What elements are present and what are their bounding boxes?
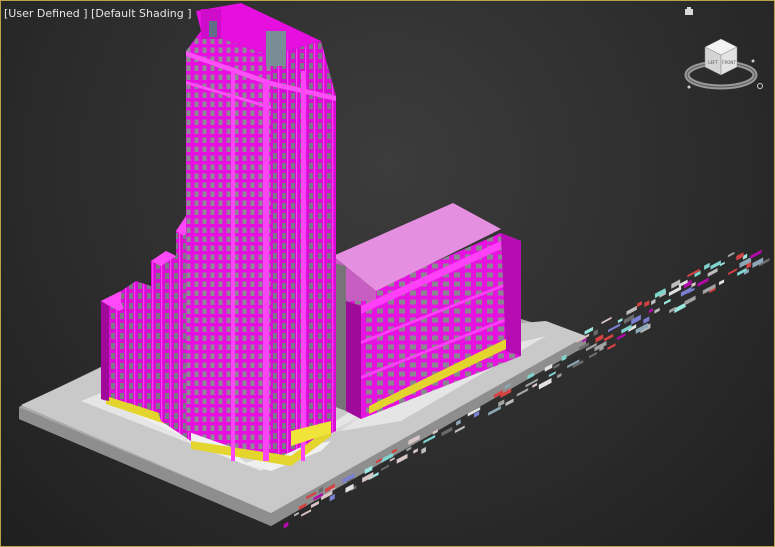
scene-object[interactable] <box>595 334 604 343</box>
scene-object[interactable] <box>532 382 538 388</box>
viewport[interactable]: [User Defined ] [Default Shading ] LEFT … <box>0 0 775 547</box>
scene-object[interactable] <box>750 249 762 259</box>
scene-object[interactable] <box>604 333 614 342</box>
scene-object[interactable] <box>607 343 616 351</box>
scene-object[interactable] <box>680 286 692 297</box>
scene-object[interactable] <box>345 483 354 493</box>
scene-object[interactable] <box>441 426 453 437</box>
scene-object[interactable] <box>589 351 597 359</box>
scene-object[interactable] <box>516 387 529 397</box>
scene-object[interactable] <box>643 316 650 324</box>
scene-object[interactable] <box>301 509 312 517</box>
scene-object[interactable] <box>648 308 653 314</box>
scene-object[interactable] <box>498 399 505 407</box>
scene-object[interactable] <box>421 446 426 455</box>
scene-3d[interactable] <box>1 1 775 547</box>
scene-object[interactable] <box>710 260 721 270</box>
scene-object[interactable] <box>456 419 461 426</box>
scene-object[interactable] <box>719 279 725 286</box>
scene-object[interactable] <box>608 323 621 333</box>
scene-object[interactable] <box>525 378 539 388</box>
scene-object[interactable] <box>283 521 289 529</box>
scene-object[interactable] <box>593 329 598 337</box>
scene-object[interactable] <box>736 252 744 261</box>
scene-object[interactable] <box>727 251 735 258</box>
scene-object[interactable] <box>584 326 594 335</box>
scene-object[interactable] <box>294 511 299 517</box>
scene-object[interactable] <box>728 268 737 276</box>
scene-object[interactable] <box>742 253 748 260</box>
scene-object[interactable] <box>654 307 660 314</box>
scene-object[interactable] <box>362 472 374 483</box>
scene-object[interactable] <box>707 267 718 277</box>
scene-object[interactable] <box>704 262 710 270</box>
main-tower[interactable] <box>186 3 336 466</box>
scene-object[interactable] <box>601 316 612 325</box>
scene-object[interactable] <box>617 317 623 324</box>
scene-object[interactable] <box>626 305 637 316</box>
scene-object[interactable] <box>637 301 642 308</box>
scene-object[interactable] <box>691 281 696 288</box>
scene-object[interactable] <box>413 448 418 454</box>
scene-object[interactable] <box>505 398 514 407</box>
scene-object[interactable] <box>684 295 696 306</box>
scene-object[interactable] <box>538 377 552 390</box>
scene-object[interactable] <box>674 302 686 314</box>
scene-object[interactable] <box>396 453 408 464</box>
scene-object[interactable] <box>621 324 632 334</box>
scene-object[interactable] <box>454 425 465 434</box>
scene-object[interactable] <box>651 298 656 306</box>
scene-object[interactable] <box>697 277 709 287</box>
scene-object[interactable] <box>617 333 626 341</box>
scene-object[interactable] <box>644 300 650 308</box>
scene-object[interactable] <box>548 371 556 378</box>
scene-object[interactable] <box>488 405 501 416</box>
scene-object[interactable] <box>557 373 562 379</box>
scene-object[interactable] <box>752 257 764 268</box>
scene-object[interactable] <box>381 464 389 472</box>
scene-object[interactable] <box>668 286 682 297</box>
scene-object[interactable] <box>664 298 671 305</box>
